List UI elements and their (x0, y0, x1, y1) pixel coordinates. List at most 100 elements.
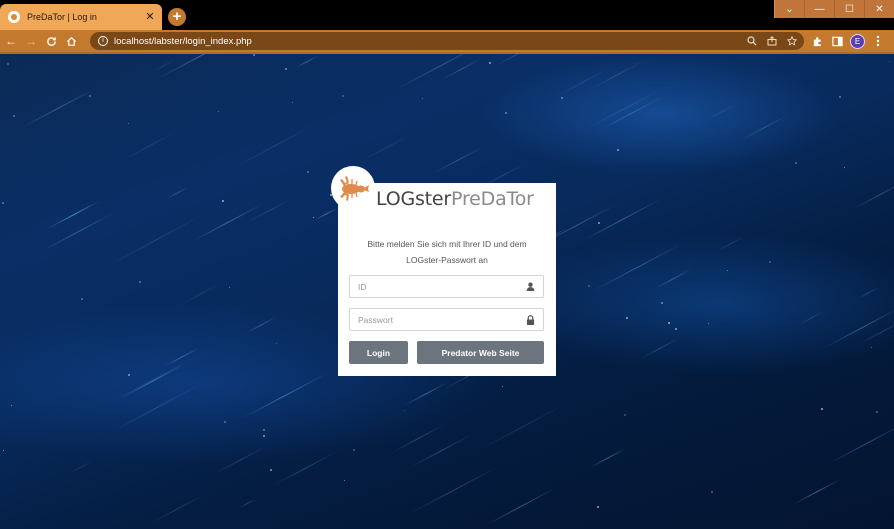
light-streak (600, 96, 664, 130)
sidepanel-icon[interactable] (830, 33, 844, 49)
browser-tab[interactable]: PreDaTor | Log in ✕ (0, 4, 162, 30)
particle (343, 479, 345, 481)
login-prompt: Bitte melden Sie sich mit Ihrer ID und d… (340, 236, 554, 268)
particle (403, 409, 405, 411)
tab-search-icon[interactable]: ⌄ (774, 0, 804, 18)
light-streak (246, 317, 276, 334)
brand-light: PreDaTor (451, 188, 534, 210)
toolbar-right: E (810, 33, 885, 49)
minimize-icon[interactable]: — (804, 0, 834, 18)
prompt-line-2: LOGster-Passwort an (406, 255, 488, 265)
particle (421, 97, 423, 99)
particle (504, 112, 507, 115)
light-streak (654, 268, 691, 289)
particle (306, 170, 309, 173)
particle (284, 67, 287, 70)
brand-title: LOGsterPreDaTor (376, 188, 534, 210)
particle (139, 280, 142, 283)
particle (292, 101, 294, 103)
light-streak (640, 336, 681, 359)
password-field[interactable] (349, 308, 544, 331)
light-streak (21, 88, 96, 129)
url-text[interactable]: localhost/labster/login_index.php (114, 36, 744, 47)
particle (710, 491, 713, 494)
reload-icon[interactable] (42, 32, 60, 50)
particle (228, 287, 230, 289)
light-streak (741, 114, 788, 140)
light-streak (479, 403, 566, 450)
light-streak (166, 187, 187, 200)
browser-toolbar: ← → i localhost/labster/login_index.php … (0, 30, 894, 52)
forward-icon[interactable]: → (22, 32, 40, 50)
back-icon[interactable]: ← (2, 32, 20, 50)
particle (223, 421, 226, 424)
particle (6, 62, 9, 65)
particle (252, 54, 255, 56)
particle (839, 95, 842, 98)
predator-web-button[interactable]: Predator Web Seite (417, 341, 544, 364)
particle (795, 161, 798, 164)
particle (218, 111, 220, 113)
close-tab-icon[interactable]: ✕ (144, 11, 156, 23)
light-streak (792, 478, 842, 506)
extensions-icon[interactable] (810, 33, 824, 49)
address-bar[interactable]: i localhost/labster/login_index.php (90, 32, 804, 50)
menu-icon[interactable] (871, 33, 885, 49)
light-streak (822, 305, 894, 350)
light-streak (859, 319, 894, 345)
id-input[interactable] (358, 281, 525, 292)
star-icon[interactable] (784, 33, 800, 49)
login-button[interactable]: Login (349, 341, 408, 364)
password-input[interactable] (358, 314, 525, 325)
particle (561, 97, 564, 99)
particle (888, 60, 890, 62)
particle (661, 301, 664, 304)
light-streak (314, 207, 339, 222)
maximize-icon[interactable]: ☐ (834, 0, 864, 18)
window-controls: ⌄ — ☐ ✕ (774, 0, 894, 18)
share-icon[interactable] (764, 33, 780, 49)
light-streak (45, 200, 102, 231)
particle (623, 413, 626, 416)
particle (596, 505, 599, 508)
light-streak (487, 488, 556, 526)
particle (1, 202, 4, 205)
profile-avatar[interactable]: E (850, 33, 865, 49)
particle (820, 408, 823, 411)
particle (128, 123, 130, 125)
light-streak (107, 215, 202, 266)
user-icon (525, 282, 535, 292)
particle (727, 270, 729, 272)
particle (626, 316, 629, 319)
particle (275, 343, 277, 345)
particle (768, 261, 771, 264)
light-streak (272, 450, 339, 487)
new-tab-button[interactable]: + (168, 8, 186, 26)
light-streak (590, 448, 627, 468)
light-streak (68, 459, 94, 474)
particle (616, 148, 619, 151)
light-streak (119, 363, 185, 399)
light-streak (588, 89, 661, 129)
id-field[interactable] (349, 275, 544, 298)
light-streak (853, 180, 894, 210)
search-icon[interactable] (744, 33, 760, 49)
tab-strip: PreDaTor | Log in ✕ + ⌄ — ☐ ✕ (0, 0, 894, 30)
particle (88, 95, 91, 98)
favicon-icon (8, 11, 20, 23)
light-streak (241, 372, 328, 420)
home-icon[interactable] (62, 32, 80, 50)
brand-bold: LOGster (376, 188, 452, 210)
particle (270, 468, 273, 471)
particle (598, 221, 601, 224)
light-streak (717, 236, 743, 251)
light-streak (111, 383, 201, 432)
close-window-icon[interactable]: ✕ (864, 0, 894, 18)
light-streak (409, 466, 499, 515)
light-streak (591, 243, 682, 292)
light-streak (235, 125, 313, 168)
light-streak (152, 494, 206, 524)
particle (263, 428, 266, 431)
light-streak (582, 198, 661, 241)
site-info-icon[interactable]: i (98, 36, 108, 46)
